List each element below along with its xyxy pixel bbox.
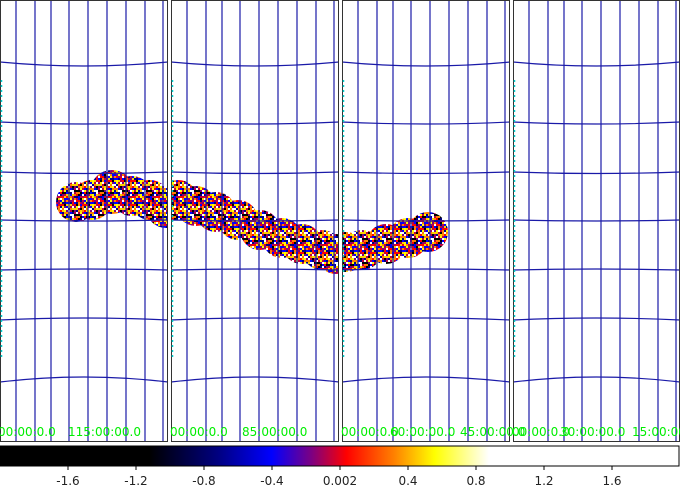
panel-2-grid — [171, 0, 339, 442]
colorbar-tick-label: -0.8 — [192, 474, 215, 488]
colorbar-tick-label: -0.4 — [260, 474, 283, 488]
coord-label: 00:00:0.0 — [0, 425, 56, 439]
colorbar-tick-label: 1.2 — [534, 474, 553, 488]
colorbar-tick-label: 1.6 — [602, 474, 621, 488]
panel-3-grid — [342, 0, 510, 442]
viewer-svg: 00:00:0.0 115:00:00.0 00:00:0.0 85:00:00… — [0, 0, 680, 488]
coord-label: 85:00:00.0 — [242, 425, 307, 439]
coord-label: 00:00:0.0 — [170, 425, 228, 439]
panel-1-grid — [0, 0, 168, 442]
coord-label: 115:00:00.0 — [68, 425, 141, 439]
colorbar-tick-label: 0.002 — [323, 474, 357, 488]
coord-label: 60:00:00.0 — [390, 425, 455, 439]
colorbar-tick-labels: -1.6 -1.2 -0.8 -0.4 0.002 0.4 0.8 1.2 1.… — [56, 474, 621, 488]
colorbar-tick-label: 0.8 — [466, 474, 485, 488]
panel-4[interactable] — [513, 0, 680, 442]
panel-1-sources — [56, 170, 168, 228]
panel-2-sources — [171, 180, 339, 274]
panel-3[interactable] — [326, 0, 510, 442]
image-viewer-canvas[interactable]: 00:00:0.0 115:00:00.0 00:00:0.0 85:00:00… — [0, 0, 680, 490]
colorbar-tick-label: 0.4 — [398, 474, 417, 488]
coord-label: 15:00:00.0 — [632, 425, 680, 439]
colorbar-tick-label: -1.2 — [124, 474, 147, 488]
source-blob — [408, 212, 448, 252]
colorbar-tick-label: -1.6 — [56, 474, 79, 488]
colorbar-ticks — [67, 466, 613, 470]
panel-2[interactable] — [158, 0, 356, 442]
coordinate-labels: 00:00:0.0 115:00:00.0 00:00:0.0 85:00:00… — [0, 425, 680, 439]
colorbar[interactable]: -1.6 -1.2 -0.8 -0.4 0.002 0.4 0.8 1.2 1.… — [0, 445, 680, 488]
panel-1[interactable] — [0, 0, 186, 442]
coord-label: 30:00:00.0 — [560, 425, 625, 439]
panel-4-grid — [513, 0, 680, 442]
colorbar-strip — [0, 445, 680, 467]
